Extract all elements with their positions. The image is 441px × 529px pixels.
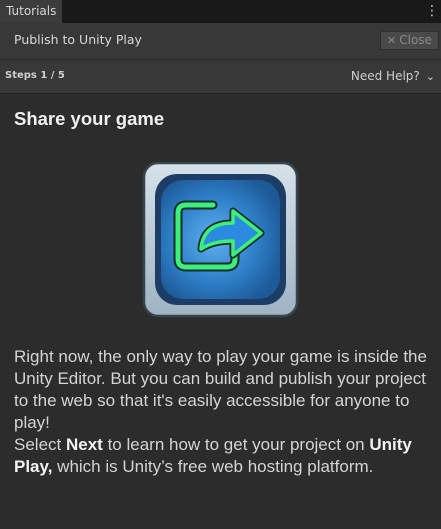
kebab-menu-icon[interactable]: ⋮ (425, 0, 439, 23)
chevron-down-icon: ⌄ (425, 70, 435, 83)
need-help-label: Need Help? (350, 69, 420, 83)
tutorial-header: Publish to Unity Play ✕ Close (0, 23, 441, 60)
steps-counter: Steps 1 / 5 (5, 70, 65, 81)
text-span: Select (14, 435, 66, 454)
tutorial-title: Publish to Unity Play (14, 32, 142, 47)
page-title: Share your game (14, 108, 165, 129)
tutorial-content: Share your game Right now, the only way … (0, 94, 441, 529)
text-span: which is Unity’s free web hosting platfo… (52, 457, 374, 476)
intro-paragraph: Right now, the only way to play your gam… (14, 347, 427, 432)
close-button-label: Close (399, 33, 432, 47)
need-help-dropdown[interactable]: Need Help? ⌄ (351, 60, 435, 93)
close-button[interactable]: ✕ Close (380, 31, 439, 50)
text-span: to learn how to get your project on (102, 435, 370, 454)
tab-tutorials[interactable]: Tutorials (0, 0, 62, 23)
steps-bar: Steps 1 / 5 Need Help? ⌄ (0, 60, 441, 94)
tab-bar: Tutorials ⋮ (0, 0, 441, 23)
next-keyword: Next (65, 435, 103, 454)
close-icon: ✕ (387, 34, 397, 47)
share-export-icon (142, 161, 299, 318)
next-step-paragraph: Select Next to learn how to get your pro… (14, 434, 434, 478)
